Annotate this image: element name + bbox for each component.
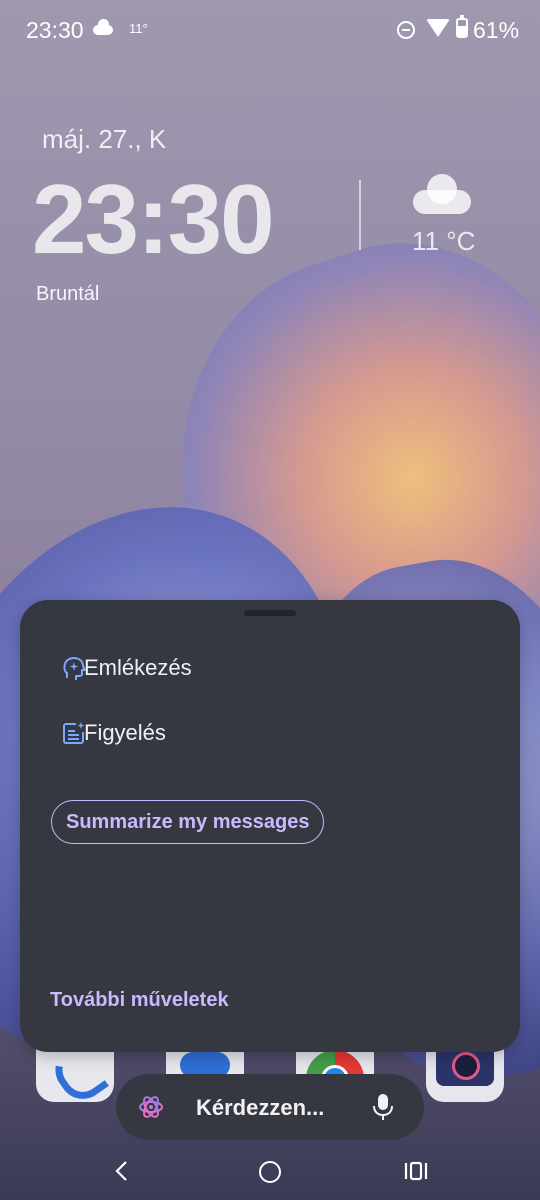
status-time: 23:30 bbox=[26, 17, 84, 43]
cloud-icon bbox=[93, 19, 113, 35]
status-temperature: 11° bbox=[129, 21, 148, 36]
battery-percent: 61% bbox=[473, 17, 520, 43]
summarize-messages-chip[interactable]: Summarize my messages bbox=[51, 800, 325, 844]
date-label: máj. 27., K bbox=[42, 124, 167, 154]
menu-item-watch[interactable]: Figyelés bbox=[50, 711, 166, 755]
battery-icon bbox=[456, 15, 468, 38]
status-bar: 23:30 11° 61% bbox=[0, 0, 540, 62]
mic-icon[interactable] bbox=[372, 1092, 394, 1127]
assistant-bottom-sheet: Emlékezés Figyelés Summarize my messages… bbox=[20, 600, 520, 1052]
location-label: Bruntál bbox=[36, 283, 100, 305]
back-icon[interactable] bbox=[112, 1160, 132, 1187]
wifi-icon bbox=[426, 19, 450, 37]
big-clock: 23:30 bbox=[32, 164, 275, 274]
home-icon[interactable] bbox=[259, 1161, 281, 1183]
drag-handle[interactable] bbox=[244, 610, 296, 616]
do-not-disturb-icon bbox=[397, 21, 415, 39]
weather-temperature: 11 °C bbox=[412, 226, 476, 256]
cloud-icon bbox=[413, 174, 471, 214]
more-actions-link[interactable]: További műveletek bbox=[50, 989, 229, 1012]
navigation-bar bbox=[0, 1145, 540, 1200]
recent-apps-icon[interactable] bbox=[404, 1160, 428, 1187]
menu-item-label: Figyelés bbox=[84, 720, 166, 745]
brain-sparkle-icon bbox=[62, 656, 86, 687]
assistant-search-bar[interactable]: Kérdezzen... bbox=[116, 1074, 424, 1140]
menu-item-remember[interactable]: Emlékezés bbox=[50, 646, 192, 690]
clock-divider bbox=[359, 180, 361, 250]
gemini-icon bbox=[138, 1094, 164, 1125]
notes-sparkle-icon bbox=[62, 721, 86, 750]
menu-item-label: Emlékezés bbox=[84, 655, 192, 680]
search-placeholder: Kérdezzen... bbox=[196, 1095, 325, 1120]
